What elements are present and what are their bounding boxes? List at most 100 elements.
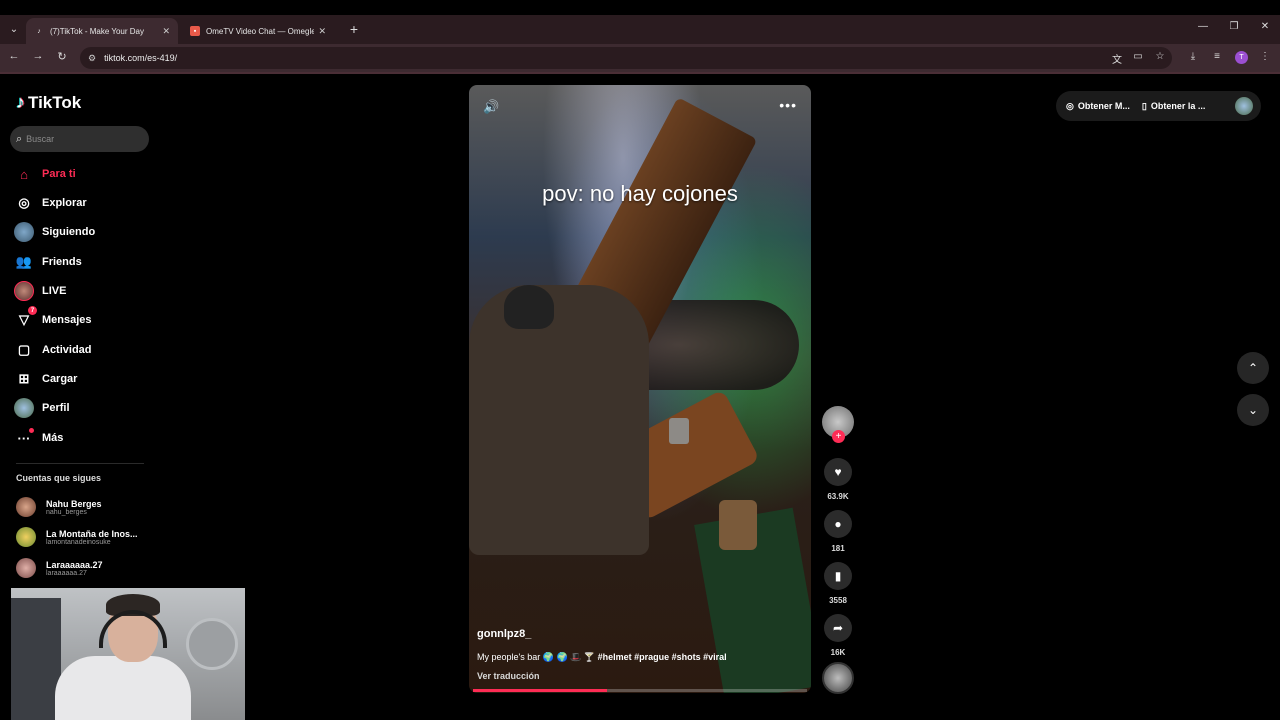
next-video-button[interactable]: ⌄ — [1237, 394, 1269, 426]
site-info-icon[interactable]: ⚙ — [88, 53, 96, 64]
sidebar-item-label: Actividad — [42, 344, 92, 356]
chevron-up-icon: ⌃ — [1247, 361, 1259, 375]
sidebar-item-label: Perfil — [42, 402, 70, 414]
sidebar-item-label: Más — [42, 432, 64, 444]
get-app-button[interactable]: ▯ Obtener la ... — [1142, 101, 1205, 112]
share-button[interactable]: ➦ — [824, 614, 852, 642]
cast-icon[interactable]: ▭ — [1131, 51, 1145, 62]
sidebar-item-para-ti[interactable]: ⌂ Para ti — [14, 164, 76, 184]
close-icon[interactable]: ✕ — [318, 26, 326, 37]
search-input[interactable]: ⌕ Buscar — [10, 126, 149, 152]
volume-icon[interactable]: 🔊 — [483, 99, 499, 115]
sidebar-item-label: LIVE — [42, 285, 67, 297]
video-progress-bar[interactable] — [473, 689, 807, 692]
account-handle: laraaaaaa.27 — [46, 569, 87, 577]
tiktok-logo-icon: ♪ — [16, 92, 25, 112]
sidebar-item-cargar[interactable]: ⊞ Cargar — [14, 369, 78, 389]
url-text: tiktok.com/es-419/ — [104, 53, 178, 63]
video-scene-cup — [719, 500, 757, 550]
get-app-label: Obtener la ... — [1150, 101, 1206, 111]
bookmark-icon: ▮ — [834, 569, 842, 583]
sidebar-item-label: Explorar — [42, 197, 87, 209]
music-disc-icon[interactable] — [822, 662, 854, 694]
browser-profile-avatar[interactable]: T — [1235, 51, 1248, 64]
sidebar-item-siguiendo[interactable]: Siguiendo — [14, 222, 95, 242]
close-icon[interactable]: ✕ — [162, 26, 170, 37]
sidebar-item-mas[interactable]: ··· Más — [14, 428, 63, 448]
comment-icon: ● — [834, 517, 842, 531]
tab-ometv[interactable]: ▪ OmeTV Video Chat — Omegle ✕ — [182, 18, 334, 44]
like-count: 63.9K — [827, 492, 849, 501]
messages-badge: 7 — [28, 306, 37, 315]
user-avatar[interactable] — [1235, 97, 1253, 115]
sidebar-item-actividad[interactable]: ▢ Actividad — [14, 340, 92, 360]
tab-search-icon[interactable]: ⌄ — [4, 19, 24, 39]
chrome-menu-icon[interactable]: ⋮ — [1258, 51, 1272, 62]
tab-tiktok[interactable]: ♪ (7)TikTok - Make Your Day ✕ — [26, 18, 178, 44]
sidebar-item-mensajes[interactable]: ▽ 7 Mensajes — [14, 306, 92, 330]
sidebar-item-friends[interactable]: 👥 Friends — [14, 252, 82, 272]
bookmark-star-icon[interactable]: ☆ — [1153, 51, 1167, 62]
phone-icon: ▯ — [1141, 100, 1147, 111]
video-overlay-text: pov: no hay cojones — [542, 181, 738, 206]
following-account[interactable]: Laraaaaaa.27 laraaaaaa.27 — [16, 558, 103, 578]
video-scene-cup — [669, 418, 689, 444]
translate-link[interactable]: Ver traducción — [477, 671, 797, 681]
top-right-actions: ◎ Obtener M... ▯ Obtener la ... — [1056, 91, 1261, 121]
description-text: My people's bar 🌍 🌍 🎩 🍸 — [477, 652, 596, 662]
home-icon: ⌂ — [20, 166, 28, 182]
webcam-background-fan — [186, 618, 238, 670]
search-placeholder: Buscar — [26, 134, 55, 144]
comment-button[interactable]: ● — [824, 510, 852, 538]
video-meta: gonnlpz8_ My people's bar 🌍 🌍 🎩 🍸 #helme… — [477, 628, 797, 681]
video-author[interactable]: gonnlpz8_ — [477, 628, 797, 640]
heart-icon: ♥ — [834, 465, 842, 479]
share-icon: ➦ — [832, 621, 844, 635]
download-icon[interactable]: ⤓ — [1186, 51, 1200, 62]
window-close-icon[interactable]: ✕ — [1257, 21, 1273, 32]
sidebar-item-perfil[interactable]: Perfil — [14, 398, 70, 418]
following-account[interactable]: Nahu Berges nahu_berges — [16, 497, 102, 517]
ometv-icon: ▪ — [190, 26, 200, 36]
forward-icon[interactable]: → — [30, 50, 46, 62]
video-description: My people's bar 🌍 🌍 🎩 🍸 #helmet #prague … — [477, 652, 797, 663]
translate-icon[interactable]: 文 — [1110, 51, 1124, 66]
like-button[interactable]: ♥ — [824, 458, 852, 486]
new-tab-button[interactable]: + — [346, 21, 362, 37]
minimize-icon[interactable]: — — [1195, 21, 1211, 32]
media-control-icon[interactable]: ≡ — [1210, 51, 1224, 62]
live-avatar-icon — [14, 281, 34, 301]
back-icon[interactable]: ← — [6, 50, 22, 62]
profile-avatar-icon — [14, 398, 34, 418]
account-handle: lamontanadeinosuke — [46, 538, 111, 546]
share-count: 16K — [830, 648, 846, 657]
tab-title: (7)TikTok - Make Your Day — [50, 26, 144, 36]
follow-plus-icon[interactable]: + — [832, 430, 845, 443]
tiktok-logo[interactable]: ♪ TikTok — [16, 92, 81, 113]
video-more-icon[interactable]: ••• — [779, 97, 797, 113]
reload-icon[interactable]: ↻ — [54, 50, 70, 63]
restore-icon[interactable]: ❐ — [1226, 21, 1242, 32]
sidebar-item-label: Siguiendo — [42, 226, 96, 238]
tiktok-icon: ♪ — [37, 27, 41, 35]
following-account[interactable]: La Montaña de Inos... lamontanadeinosuke — [16, 527, 138, 547]
sidebar-item-label: Para ti — [42, 168, 76, 180]
video-scene-person — [469, 285, 649, 555]
video-player[interactable]: 🔊 ••• pov: no hay cojones gonnlpz8_ My p… — [469, 85, 811, 693]
get-coins-button[interactable]: ◎ Obtener M... — [1066, 101, 1130, 112]
avatar — [16, 527, 36, 547]
description-hashtags[interactable]: #helmet #prague #shots #viral — [598, 652, 727, 662]
previous-video-button[interactable]: ⌃ — [1237, 352, 1269, 384]
get-coins-label: Obtener M... — [1077, 101, 1130, 111]
upload-icon: ⊞ — [18, 371, 30, 386]
sidebar-item-explorar[interactable]: ◎ Explorar — [14, 193, 87, 213]
send-icon: ▽ 7 — [14, 306, 37, 330]
friends-icon: 👥 — [15, 254, 33, 269]
address-bar[interactable]: ⚙ tiktok.com/es-419/ — [80, 47, 1172, 69]
webcam-person-shirt — [55, 656, 191, 720]
account-name: Laraaaaaa.27 — [46, 559, 103, 570]
sidebar-item-live[interactable]: LIVE — [14, 281, 66, 301]
comment-count: 181 — [831, 544, 845, 553]
video-progress-fill — [473, 689, 607, 692]
save-button[interactable]: ▮ — [824, 562, 852, 590]
